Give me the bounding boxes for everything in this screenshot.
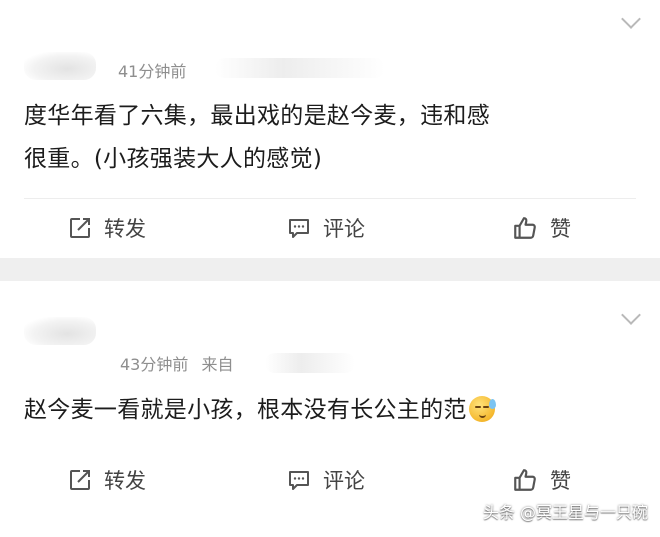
comment-button[interactable]: 评论 <box>287 200 365 256</box>
chevron-down-icon[interactable] <box>621 305 641 325</box>
repost-button[interactable]: 转发 <box>68 452 146 508</box>
comment-icon <box>289 219 309 238</box>
watermark: 头条 @冥王星与一只碗 <box>482 503 648 522</box>
username-blurred <box>215 58 385 78</box>
chevron-down-icon[interactable] <box>621 9 641 29</box>
comment-text-line: 赵今麦一看就是小孩，根本没有长公主的范 <box>24 397 467 423</box>
comment-time: 41分钟前 <box>118 62 187 81</box>
comment-label: 评论 <box>323 217 365 241</box>
avatar[interactable] <box>24 52 96 80</box>
comment-button[interactable]: 评论 <box>287 452 365 508</box>
comment-icon <box>289 471 309 490</box>
comment-time: 43分钟前 来自 <box>120 351 233 375</box>
comment-label: 评论 <box>323 469 365 493</box>
like-button[interactable]: 赞 <box>512 200 571 256</box>
comment-text-line: 度华年看了六集，最出戏的是赵今麦，违和感 <box>24 103 490 129</box>
like-label: 赞 <box>550 217 571 241</box>
comment-source: 来自 <box>201 355 234 374</box>
repost-icon <box>70 218 90 238</box>
source-blurred <box>265 353 355 373</box>
thumbs-up-icon <box>514 217 536 239</box>
action-bar: 转发 评论 赞 <box>0 200 660 256</box>
repost-icon <box>70 470 90 490</box>
comment-text: 度华年看了六集，最出戏的是赵今麦，违和感 很重。(小孩强装大人的感觉) <box>24 95 624 181</box>
repost-label: 转发 <box>104 217 146 241</box>
sleepy-sweat-face-icon <box>468 396 496 422</box>
like-label: 赞 <box>550 469 571 493</box>
repost-button[interactable]: 转发 <box>68 200 146 256</box>
comment-card-1: 41分钟前 度华年看了六集，最出戏的是赵今麦，违和感 很重。(小孩强装大人的感觉… <box>0 0 660 258</box>
avatar[interactable] <box>24 317 96 345</box>
comment-text-line: 很重。(小孩强装大人的感觉) <box>24 146 323 172</box>
thumbs-up-icon <box>514 469 536 491</box>
comment-text: 赵今麦一看就是小孩，根本没有长公主的范 <box>24 389 624 432</box>
repost-label: 转发 <box>104 469 146 493</box>
comment-time-text: 43分钟前 <box>120 355 189 374</box>
divider <box>24 198 636 199</box>
